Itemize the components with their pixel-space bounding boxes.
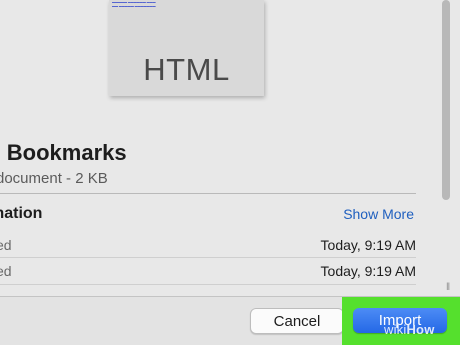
divider xyxy=(0,193,416,194)
row-divider xyxy=(0,257,416,258)
info-row-value: Today, 9:19 AM xyxy=(320,263,416,279)
wikihow-watermark: wikiHow xyxy=(384,322,435,337)
info-row: ed Today, 9:19 AM xyxy=(0,259,416,285)
thumbnail-miniature-text-icon: ▬▬▬▬▬ ▬▬▬▬▬▬ ▬▬▬ ▬▬ ▬▬▬▬▬ ▬▬▬▬▬▬▬ xyxy=(112,0,156,8)
watermark-prefix: wiki xyxy=(384,322,407,337)
watermark-suffix: How xyxy=(406,322,435,337)
file-info-panel: ▬▬▬▬▬ ▬▬▬▬▬▬ ▬▬▬ ▬▬ ▬▬▬▬▬ ▬▬▬▬▬▬▬ HTML ri… xyxy=(0,0,460,345)
cancel-button[interactable]: Cancel xyxy=(250,308,344,334)
info-row: ed Today, 9:19 AM xyxy=(0,233,416,259)
info-row-key: ed xyxy=(0,237,12,253)
file-kind-size: document - 2 KB xyxy=(0,170,108,187)
file-preview-thumbnail: ▬▬▬▬▬ ▬▬▬▬▬▬ ▬▬▬ ▬▬ ▬▬▬▬▬ ▬▬▬▬▬▬▬ HTML xyxy=(109,0,264,96)
vertical-scrollbar[interactable] xyxy=(442,0,450,200)
file-name: ri Bookmarks xyxy=(0,140,127,165)
info-row-key: ed xyxy=(0,263,12,279)
info-row-value: Today, 9:19 AM xyxy=(320,237,416,253)
information-section-title: mation xyxy=(0,205,43,222)
thumbnail-label: HTML xyxy=(143,52,230,87)
row-divider xyxy=(0,284,416,285)
resize-grip-icon[interactable]: ‖ xyxy=(446,282,450,293)
show-more-link[interactable]: Show More xyxy=(343,206,414,222)
